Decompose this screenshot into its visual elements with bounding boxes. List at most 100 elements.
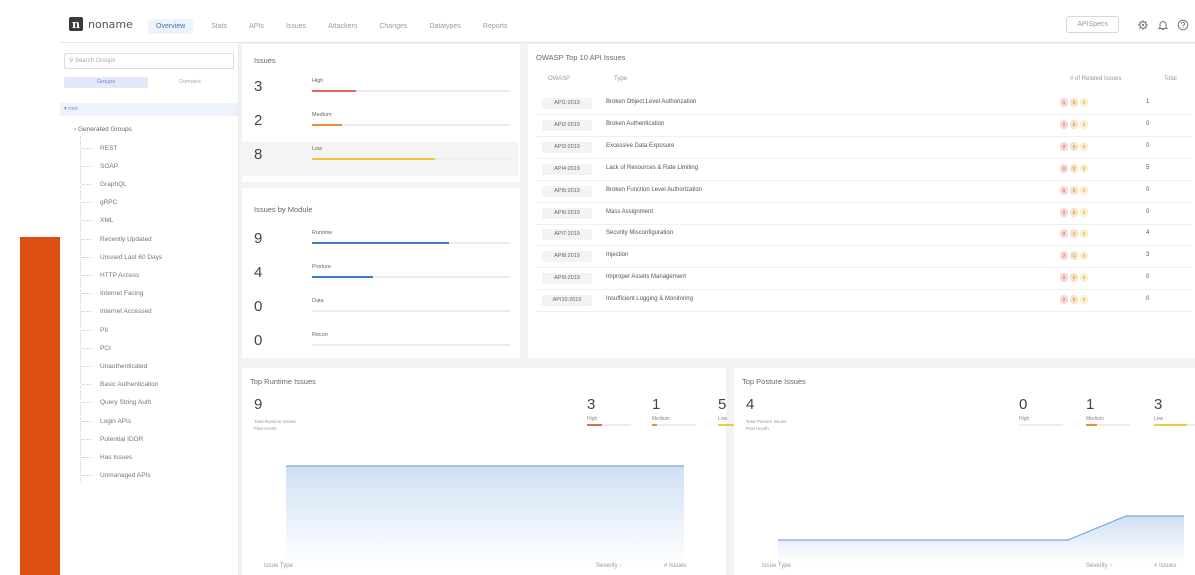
posture-severity-label: Low [1154, 416, 1164, 422]
sidebar-group-item[interactable]: Internet Accessed [82, 307, 152, 317]
posture-card: Top Posture Issues 4 Total Posture Issue… [734, 368, 1195, 575]
nav-tab-apis[interactable]: APIs [249, 23, 264, 30]
top-navigation: n noname Overview Stats APIs Issues Attacker… [60, 10, 1195, 43]
logo[interactable]: n noname [69, 17, 133, 31]
sidebar-group-item[interactable]: Unused Last 60 Days [82, 252, 162, 262]
nav-tab-datatypes[interactable]: Datatypes [429, 23, 461, 30]
owasp-code: API2:2019 [542, 119, 592, 131]
issues-bar-track [312, 90, 510, 92]
issues-bar-track [312, 124, 510, 126]
sidebar-group-item[interactable]: HTTP Access [82, 270, 139, 280]
sidebar-group-item[interactable]: gRPC [82, 198, 117, 208]
nav-tab-reports[interactable]: Reports [483, 23, 508, 30]
nav-tab-attackers[interactable]: Attackers [328, 23, 357, 30]
search-placeholder: Search Groups [75, 58, 116, 64]
apispecs-button[interactable]: APISpecs [1066, 16, 1119, 33]
sidebar-group-item[interactable]: Recently Updated [82, 234, 152, 244]
modules-row[interactable]: 4 Posture [242, 260, 518, 294]
runtime-col-issues[interactable]: # Issues [664, 563, 686, 569]
tree-root[interactable]: ▾ root [60, 103, 238, 116]
posture-severity-track [1019, 424, 1063, 426]
sidebar-group-item[interactable]: Basic Authentication [82, 380, 159, 390]
owasp-row[interactable]: API5:2019 Broken Function Level Authoriza… [536, 182, 1192, 203]
nav-tab-changes[interactable]: Changes [379, 23, 407, 30]
nav-tab-overview[interactable]: Overview [148, 18, 194, 34]
owasp-row[interactable]: API7:2019 Security Misconfiguration 0 1 3 4 [536, 225, 1192, 247]
issues-row[interactable]: 2 Medium [242, 108, 518, 142]
sidebar-group-label: Query String Auth [100, 399, 152, 407]
sidebar-group-item[interactable]: REST [82, 143, 117, 153]
severity-pills: 005 [1060, 163, 1090, 173]
owasp-row[interactable]: API3:2019 Excessive Data Exposure 0 0 0 0 [536, 138, 1192, 159]
modules-label: Data [312, 298, 324, 304]
owasp-total: 0 [1146, 186, 1150, 193]
sidebar-group-item[interactable]: Unmanaged APIs [82, 471, 151, 481]
modules-title: Issues by Module [254, 205, 313, 214]
owasp-code: API1:2019 [542, 98, 592, 109]
pill-high: 2 [1060, 251, 1068, 261]
nav-tabs: Overview Stats APIs Issues Attackers Changes D… [148, 10, 529, 42]
runtime-col-severity[interactable]: Severity ↑ [596, 563, 622, 569]
modules-row[interactable]: 9 Runtime [242, 226, 518, 260]
sidebar-group-label: XML [100, 217, 114, 225]
tree-branch [82, 220, 92, 222]
owasp-row[interactable]: API4:2019 Lack of Resources & Rate Limiti… [536, 160, 1192, 181]
sidebar-group-item[interactable]: PCI [82, 343, 111, 353]
sidebar-group-item[interactable]: XML [82, 216, 113, 226]
nav-tab-issues[interactable]: Issues [286, 23, 306, 30]
posture-col-issues[interactable]: # Issues [1154, 563, 1176, 569]
owasp-row[interactable]: API9:2019 Improper Assets Management 0 0 0 0 [536, 269, 1192, 291]
posture-col-severity[interactable]: Severity ↑ [1086, 563, 1112, 569]
search-input[interactable]: ⚲ Search Groups [64, 53, 234, 69]
sidebar-group-item[interactable]: GraphQL [82, 179, 127, 189]
posture-period: Past month [746, 426, 769, 431]
sidebar-group-item[interactable]: Potential IDOR [82, 434, 143, 444]
tree-generated-groups[interactable]: › Generated Groups [74, 126, 132, 133]
sidebar-group-label: PCI [100, 344, 111, 352]
issues-row[interactable]: 3 High [242, 74, 518, 108]
pill-high: 0 [1060, 185, 1068, 195]
modules-row[interactable]: 0 Data [242, 294, 518, 328]
pill-high: 1 [1060, 98, 1068, 107]
gear-icon[interactable] [1137, 19, 1149, 31]
tree-branch [82, 347, 92, 349]
owasp-code: API6:2019 [542, 207, 592, 219]
owasp-row[interactable]: API8:2019 Injection 2 1 0 3 [536, 247, 1192, 269]
owasp-row[interactable]: API6:2019 Mass Assignment 0 0 0 0 [536, 204, 1192, 225]
severity-pills: 210 [1060, 251, 1090, 261]
owasp-row[interactable]: API10:2019 Insufficient Logging & Monitor… [536, 291, 1192, 313]
nav-tab-stats[interactable]: Stats [211, 23, 227, 30]
sidebar-group-item[interactable]: Login APIs [82, 416, 131, 426]
posture-severity-count: 0 [1019, 396, 1028, 413]
sidebar-group-label: HTTP Access [100, 271, 140, 279]
pill-high: 0 [1060, 141, 1068, 151]
posture-severity-fill [1154, 424, 1187, 426]
bell-icon[interactable] [1157, 19, 1169, 31]
runtime-severity-count: 3 [587, 396, 596, 413]
sidebar-group-item[interactable]: Unauthenticated [82, 361, 147, 371]
modules-label: Runtime [312, 230, 333, 236]
sidebar-group-item[interactable]: PII [82, 325, 108, 335]
logo-mark: n [69, 17, 83, 31]
pill-low: 0 [1080, 119, 1088, 129]
issues-row[interactable]: 8 Low [242, 142, 518, 176]
issues-bar-fill [312, 124, 342, 126]
sidebar-group-label: Basic Authentication [100, 381, 159, 389]
owasp-row[interactable]: API2:2019 Broken Authentication 0 0 0 0 [536, 116, 1192, 137]
sidebar-group-item[interactable]: Query String Auth [82, 398, 151, 408]
sidebar-group-item[interactable]: SOAP [82, 161, 118, 171]
sidebar: ⚲ Search Groups Groups Domains ▾ root › … [60, 43, 239, 575]
modules-row[interactable]: 0 Recon [242, 328, 518, 362]
tab-domains[interactable]: Domains [148, 77, 232, 88]
tree-branch [82, 293, 92, 295]
severity-pills: 100 [1060, 98, 1090, 107]
tree-branch [82, 274, 92, 276]
owasp-row[interactable]: API1:2019 Broken Object Level Authorizati… [536, 94, 1192, 115]
sidebar-group-item[interactable]: Internet Facing [82, 289, 143, 299]
tab-groups[interactable]: Groups [64, 77, 148, 88]
tree-branch [82, 365, 92, 367]
issues-label: Low [312, 146, 323, 152]
sidebar-group-item[interactable]: Has Issues [82, 452, 132, 462]
help-icon[interactable] [1177, 19, 1189, 31]
owasp-total: 4 [1146, 230, 1150, 237]
